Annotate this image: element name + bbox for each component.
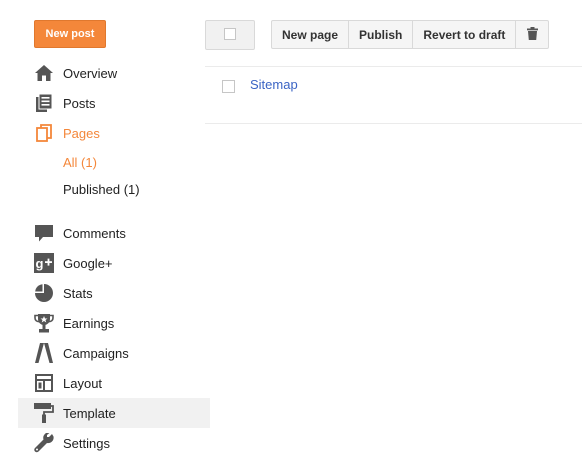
wrench-icon [34, 433, 54, 453]
sidebar-item-campaigns[interactable]: Campaigns [18, 338, 210, 368]
sidebar-item-label: Settings [63, 435, 110, 451]
select-all-box [224, 28, 236, 40]
sidebar-item-label: Posts [63, 95, 96, 111]
pages-icon [34, 123, 54, 143]
sidebar-item-stats[interactable]: Stats [18, 278, 210, 308]
adwords-icon [34, 343, 54, 363]
publish-button[interactable]: Publish [349, 21, 414, 48]
sidebar-item-label: Layout [63, 375, 103, 391]
sidebar-item-template[interactable]: Template [18, 398, 210, 428]
select-all-checkbox[interactable] [205, 20, 255, 50]
sidebar-item-google-plus[interactable]: g Google+ [18, 248, 210, 278]
sidebar-item-label: Pages [63, 125, 100, 141]
sidebar-item-pages[interactable]: Pages [18, 118, 210, 148]
pages-sub-all[interactable]: All (1) [63, 155, 97, 170]
page-row-checkbox[interactable] [222, 80, 235, 93]
posts-icon [34, 93, 54, 113]
delete-button[interactable] [516, 21, 548, 48]
google-plus-icon: g [34, 253, 54, 273]
sidebar-item-label: Stats [63, 285, 93, 301]
sidebar-item-layout[interactable]: Layout [18, 368, 210, 398]
trash-icon [526, 26, 538, 43]
pie-chart-icon [34, 283, 54, 303]
sidebar-item-overview[interactable]: Overview [18, 58, 210, 88]
svg-text:g: g [36, 256, 44, 271]
sidebar-item-label: Template [63, 405, 116, 421]
page-actions-toolbar: New page Publish Revert to draft [271, 20, 550, 49]
layout-icon [34, 373, 54, 393]
trophy-icon [34, 313, 54, 333]
new-page-button[interactable]: New page [272, 21, 350, 48]
sidebar-item-comments[interactable]: Comments [18, 218, 210, 248]
home-icon [34, 63, 54, 83]
comment-icon [34, 223, 54, 243]
revert-to-draft-button[interactable]: Revert to draft [413, 21, 517, 48]
sidebar-item-label: Overview [63, 65, 118, 81]
list-divider-bottom [205, 123, 582, 124]
page-title-link[interactable]: Sitemap [250, 77, 298, 92]
pages-sub-published[interactable]: Published (1) [63, 182, 140, 197]
new-post-button[interactable]: New post [34, 20, 106, 48]
sidebar-item-label: Campaigns [63, 345, 129, 361]
sidebar-item-posts[interactable]: Posts [18, 88, 210, 118]
sidebar-item-label: Earnings [63, 315, 115, 331]
sidebar-item-label: Comments [63, 225, 126, 241]
list-divider-top [205, 66, 582, 67]
paint-roller-icon [34, 403, 54, 423]
sidebar-item-earnings[interactable]: Earnings [18, 308, 210, 338]
sidebar-item-label: Google+ [63, 255, 113, 271]
sidebar-item-settings[interactable]: Settings [18, 428, 210, 458]
